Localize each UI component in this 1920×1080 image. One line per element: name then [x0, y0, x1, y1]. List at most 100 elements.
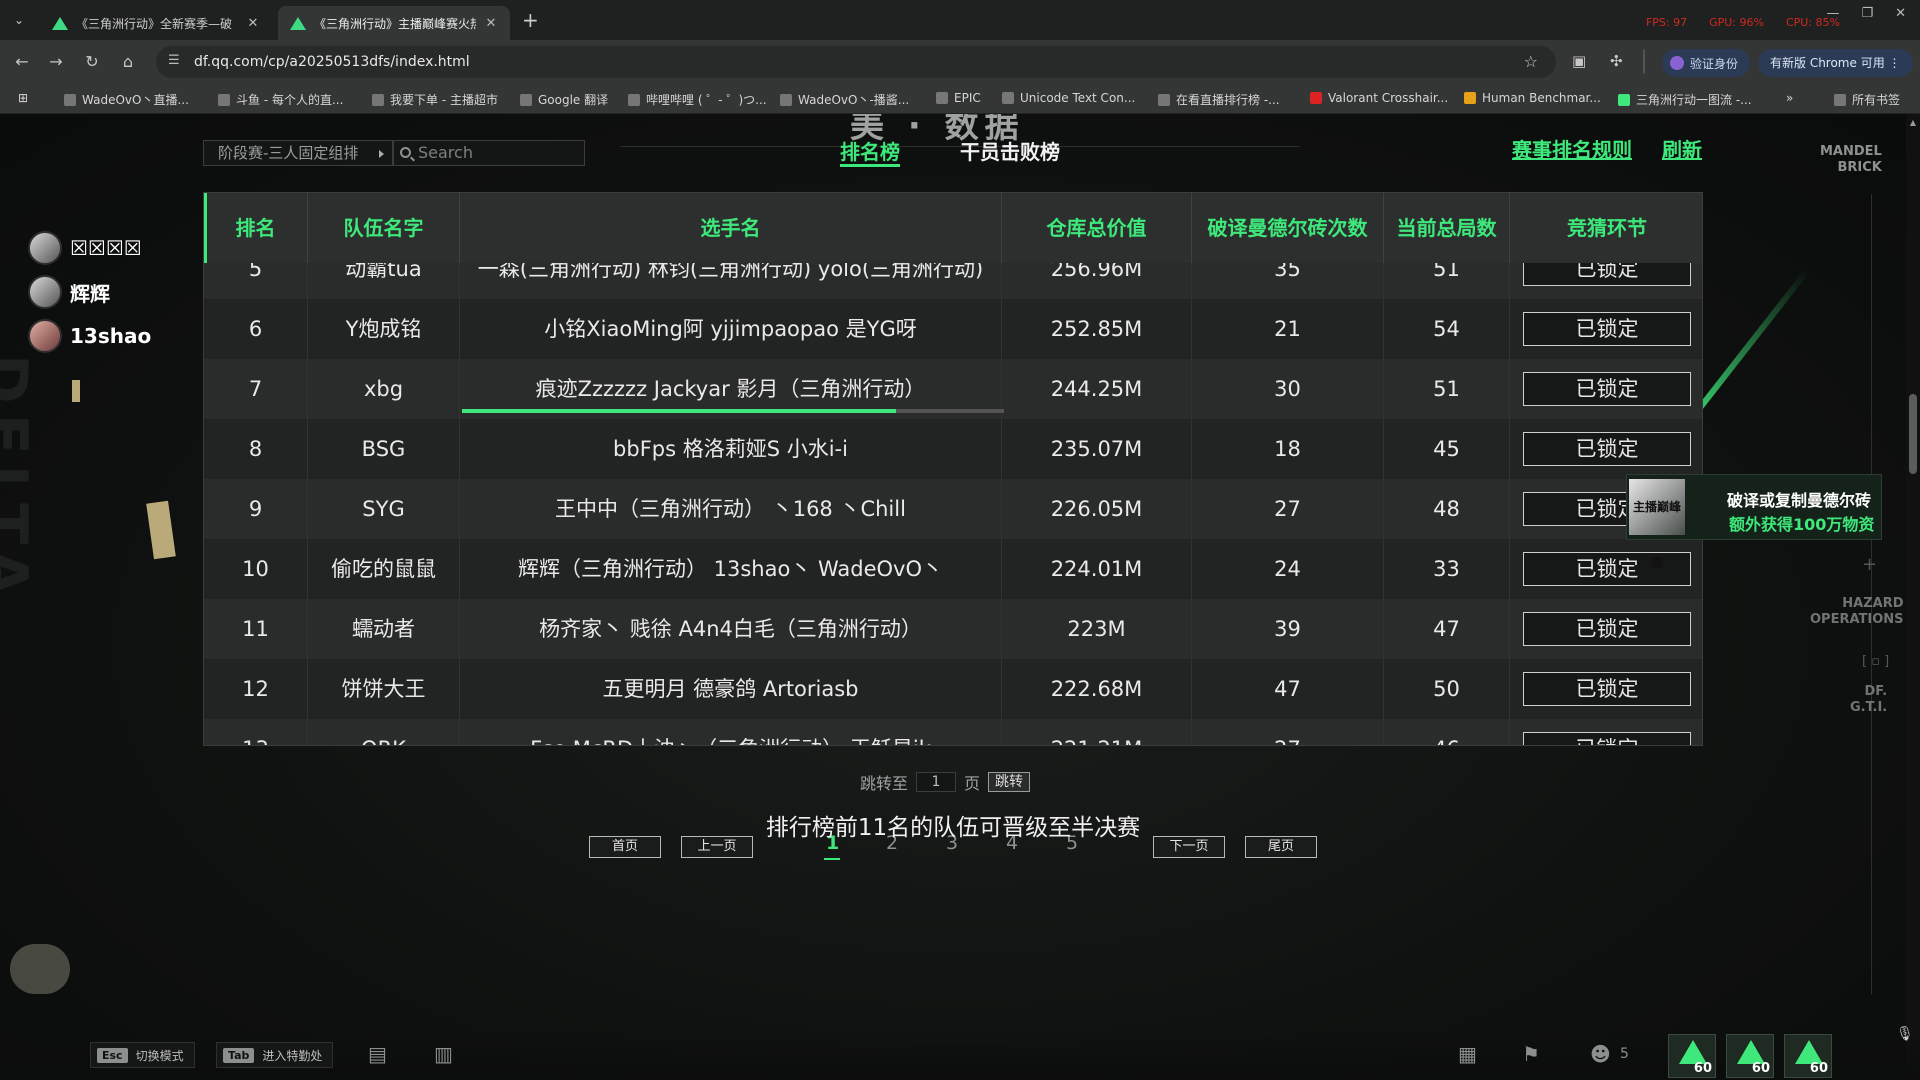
window-controls: — ❐ ✕	[1826, 6, 1906, 21]
squad-members-icon[interactable]: ☻	[1590, 1042, 1611, 1066]
reload-icon[interactable]: ↻	[80, 50, 104, 74]
advancement-notice: 排行榜前11名的队伍可晋级至半决赛	[765, 815, 1141, 841]
games-cell: 48	[1384, 479, 1510, 539]
value-cell: 252.85M	[1002, 299, 1192, 359]
tab-ranking[interactable]: 排名榜	[840, 136, 900, 165]
bookmark-item[interactable]: Unicode Text Con...	[1002, 91, 1135, 105]
member-level: 60	[1693, 1061, 1712, 1076]
stage-dropdown-value: 阶段赛-三人固定组排	[218, 144, 359, 162]
site-info-icon[interactable]: ☰	[168, 53, 180, 68]
locked-button[interactable]: 已锁定	[1523, 732, 1691, 745]
squad-member-card[interactable]: 60	[1784, 1034, 1832, 1078]
stage-dropdown[interactable]: 阶段赛-三人固定组排	[203, 140, 393, 166]
bookmark-folder[interactable]: EPIC	[936, 91, 981, 105]
value-cell: 244.25M	[1002, 359, 1192, 419]
bookmark-label: Google 翻译	[538, 93, 609, 107]
search-input[interactable]: Search	[393, 140, 585, 166]
squad-member-card[interactable]: 60	[1668, 1034, 1716, 1078]
tab-operator-kills[interactable]: 干员击败榜	[960, 136, 1060, 165]
scroll-up-icon[interactable]: ▲	[1906, 118, 1920, 127]
switch-mode-hint[interactable]: Esc 切换模式	[90, 1042, 195, 1068]
cracks-cell: 39	[1192, 599, 1384, 659]
search-icon	[400, 147, 411, 158]
players-cell: bbFps 格洛莉娅S 小水i-i	[460, 419, 1002, 479]
update-label: 有新版 Chrome 可用	[1770, 56, 1885, 70]
streamer-name: 辉辉	[70, 281, 110, 306]
bookmark-item[interactable]: 斗鱼 - 每个人的直...	[218, 91, 343, 108]
enter-ops-hint[interactable]: Tab 进入特勤处	[216, 1042, 334, 1068]
close-icon[interactable]: ✕	[484, 16, 498, 31]
browser-tab[interactable]: 《三角洲行动》全新赛季—破 ✕	[40, 6, 272, 40]
cracks-cell: 18	[1192, 419, 1384, 479]
forward-icon[interactable]: →	[44, 50, 68, 74]
streamer-item[interactable]: 辉辉	[28, 270, 151, 314]
streamer-item[interactable]: ☒☒☒☒	[28, 226, 151, 270]
rank-cell: 13	[204, 719, 308, 745]
apps-grid-icon[interactable]: ⊞	[18, 91, 28, 105]
column-header-rank: 排名	[204, 193, 308, 263]
microphone-icon[interactable]: 🎙	[1896, 1026, 1914, 1042]
bookmark-star-icon[interactable]: ☆	[1524, 52, 1538, 71]
active-tab-indicator	[840, 164, 900, 167]
horizontal-scroll-progress[interactable]	[462, 409, 1004, 413]
close-icon[interactable]: ✕	[246, 16, 260, 31]
extensions-icon[interactable]: ✣	[1610, 52, 1623, 70]
team-cell: Y炮成铭	[308, 299, 460, 359]
locked-button[interactable]: 已锁定	[1523, 612, 1691, 646]
bookmark-item[interactable]: 哔哩哔哩 ( ゜- ゜)つ...	[628, 91, 767, 108]
flag-icon[interactable]: ⚑	[1522, 1042, 1540, 1066]
bookmark-item[interactable]: WadeOvO丶直播...	[64, 91, 189, 108]
chrome-update-button[interactable]: 有新版 Chrome 可用 ⋮	[1758, 49, 1913, 77]
jump-button[interactable]: 跳转	[988, 772, 1031, 792]
tab-search-icon[interactable]: ⌄	[8, 9, 30, 31]
home-icon[interactable]: ⌂	[116, 50, 140, 74]
locked-button[interactable]: 已锁定	[1523, 552, 1691, 586]
leaderboard-table[interactable]: 排名 队伍名字 选手名 仓库总价值 破译曼德尔砖次数 当前总局数 竞猜环节 5动…	[203, 192, 1703, 746]
jump-page-input[interactable]: 1	[916, 772, 957, 792]
close-window-icon[interactable]: ✕	[1895, 6, 1906, 21]
locked-button[interactable]: 已锁定	[1523, 432, 1691, 466]
bookmark-item[interactable]: 我要下单 - 主播超市	[372, 91, 498, 108]
gift-icon[interactable]: ▥	[434, 1042, 453, 1066]
verify-identity-button[interactable]: 验证身份	[1662, 49, 1751, 77]
bookmark-label: Unicode Text Con...	[1020, 91, 1136, 105]
streamer-item[interactable]: 13shao	[28, 314, 151, 358]
minimize-icon[interactable]: —	[1826, 6, 1839, 21]
tab-title: 《三角洲行动》主播巅峰赛火热	[314, 16, 476, 31]
cracks-cell: 27	[1192, 479, 1384, 539]
cracks-cell: 24	[1192, 539, 1384, 599]
ranking-rules-link[interactable]: 赛事排名规则	[1512, 134, 1632, 163]
promo-popup[interactable]: 主播巅峰赛 破译或复制曼德尔砖 额外获得100万物资	[1626, 474, 1882, 570]
players-cell: 王中中（三角洲行动） 丶168 丶Chill	[460, 479, 1002, 539]
screen-capture-icon[interactable]: ▣	[1572, 52, 1586, 70]
plus-icon: +	[1862, 554, 1878, 575]
verify-label: 验证身份	[1690, 56, 1739, 71]
locked-button[interactable]: 已锁定	[1523, 372, 1691, 406]
stats-icon[interactable]: ▦	[1458, 1042, 1477, 1066]
scrollbar-thumb[interactable]	[1909, 394, 1917, 474]
game-hud: Esc 切换模式 Tab 进入特勤处 ▤ ▥ ▦ ⚑ ☻ 5 60 60 60	[0, 1030, 1920, 1080]
more-bookmarks-button[interactable]: »	[1786, 91, 1793, 105]
chat-icon[interactable]: ▤	[368, 1042, 387, 1066]
new-tab-button[interactable]: +	[522, 8, 539, 32]
bookmark-item[interactable]: Human Benchmar...	[1464, 91, 1601, 105]
maximize-icon[interactable]: ❐	[1861, 6, 1873, 21]
locked-button[interactable]: 已锁定	[1523, 672, 1691, 706]
bookmark-item[interactable]: Valorant Crosshair...	[1310, 91, 1448, 105]
bookmark-item[interactable]: Google 翻译	[520, 91, 608, 108]
bookmark-item[interactable]: 在看直播排行榜 -...	[1158, 91, 1280, 108]
all-bookmarks-folder[interactable]: 所有书签	[1834, 91, 1900, 108]
bookmark-item[interactable]: 三角洲行动一图流 -...	[1618, 91, 1752, 108]
browser-tab-active[interactable]: 《三角洲行动》主播巅峰赛火热 ✕	[278, 6, 510, 40]
back-icon[interactable]: ←	[10, 50, 34, 74]
bet-cell: 已锁定	[1510, 539, 1702, 599]
valorant-icon	[1310, 92, 1322, 104]
bookmark-label: 斗鱼 - 每个人的直...	[236, 93, 344, 107]
page-scrollbar[interactable]	[1906, 114, 1920, 1080]
bookmark-item[interactable]: WadeOvO丶-播酱...	[780, 91, 909, 108]
squad-member-card[interactable]: 60	[1726, 1034, 1774, 1078]
bookmark-label: 在看直播排行榜 -...	[1176, 93, 1280, 107]
refresh-link[interactable]: 刷新	[1662, 134, 1702, 163]
address-bar[interactable]: ☰ df.qq.com/cp/a20250513dfs/index.html ☆	[156, 46, 1556, 78]
locked-button[interactable]: 已锁定	[1523, 312, 1691, 346]
